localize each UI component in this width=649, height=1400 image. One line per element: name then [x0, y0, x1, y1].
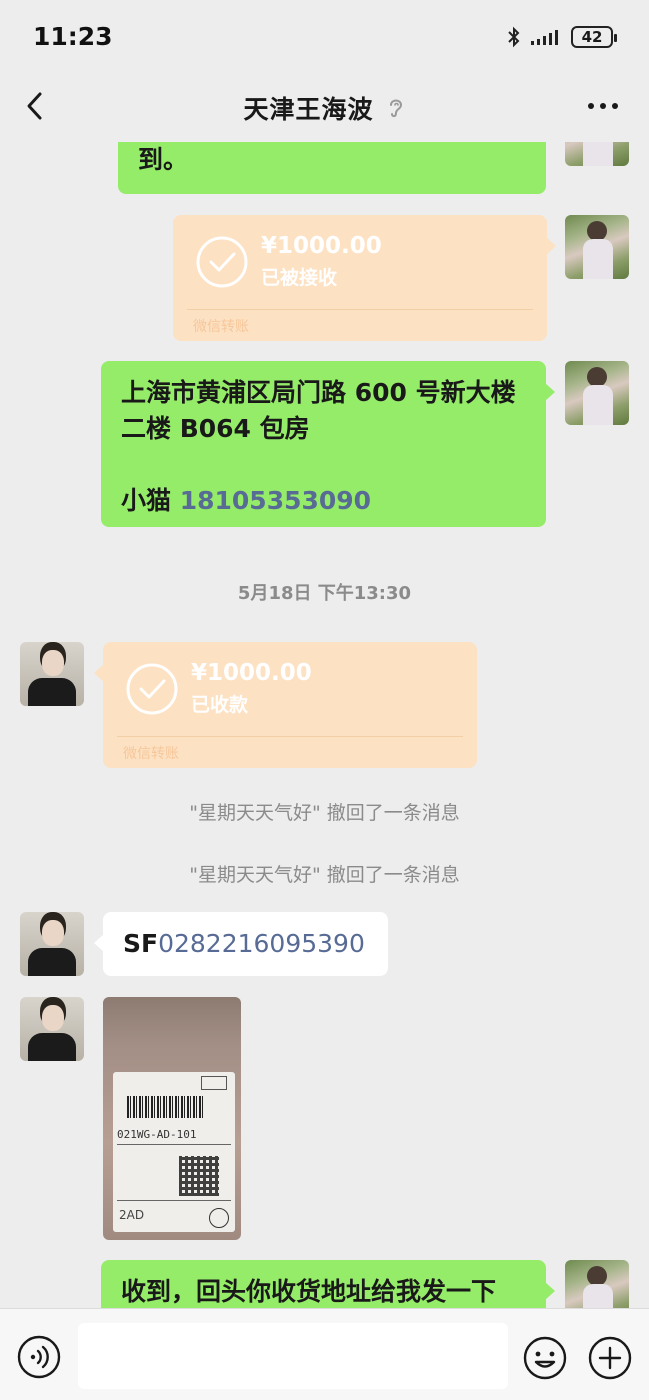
transfer-source: 微信转账 [193, 319, 249, 335]
message-bubble-tracking[interactable]: SF0282216095390 [94, 912, 388, 976]
avatar-contact[interactable] [20, 997, 84, 1061]
earpiece-mode-icon [389, 99, 402, 118]
address-line-2: 二楼 B064 包房 [121, 414, 310, 443]
status-bar: 11:23 42 [0, 0, 649, 72]
check-circle-icon [196, 236, 248, 288]
more-options-icon[interactable] [587, 102, 619, 110]
tracking-number-link[interactable]: 0282216095390 [158, 929, 365, 958]
transfer-status: 已收款 [191, 694, 249, 716]
transfer-source: 微信转账 [123, 746, 179, 762]
message-text: 收到，回头你收货地址给我发一下 [121, 1277, 497, 1306]
barcode [127, 1096, 203, 1118]
shipping-label-photo: 021WG-AD-101 2AD [113, 1072, 235, 1232]
label-tag: 2AD [119, 1208, 145, 1222]
recall-notice: "星期天天气好" 撤回了一条消息 [189, 802, 460, 824]
recall-notice: "星期天天气好" 撤回了一条消息 [189, 864, 460, 886]
qr-code [179, 1156, 219, 1196]
contact-line: 小猫 18105353090 [121, 483, 526, 519]
status-time: 11:23 [33, 22, 113, 51]
avatar-self[interactable] [565, 1260, 629, 1308]
transfer-card-received[interactable]: ¥1000.00 已收款 微信转账 [94, 642, 477, 768]
message-text: 到。 [138, 145, 189, 174]
message-timestamp: 5月18日 下午13:30 [237, 583, 412, 604]
divider [187, 309, 533, 310]
status-icons: 42 [505, 24, 617, 50]
message-input[interactable] [78, 1323, 508, 1389]
message-bubble-address[interactable]: 上海市黄浦区局门路 600 号新大楼 二楼 B064 包房 小猫 1810535… [101, 361, 555, 527]
phone-number-link[interactable]: 18105353090 [180, 486, 371, 515]
input-bar [0, 1308, 649, 1400]
avatar-contact[interactable] [20, 912, 84, 976]
chat-header: 天津王海波 [0, 72, 649, 142]
transfer-amount: ¥1000.00 [191, 660, 312, 686]
bluetooth-icon [508, 26, 520, 48]
voice-input-icon[interactable] [17, 1335, 61, 1379]
transfer-card-sent[interactable]: ¥1000.00 已被接收 微信转账 [173, 215, 556, 341]
transfer-status: 已被接收 [261, 267, 338, 289]
chat-message-list[interactable]: 到。 ¥1000.00 已被接收 微信转账 上海市黄浦区局门路 600 号新大楼… [0, 142, 649, 1308]
label-stamp [209, 1208, 229, 1228]
tracking-prefix: SF [123, 929, 159, 958]
contact-name-text: 小猫 [121, 486, 180, 515]
plus-icon[interactable] [587, 1335, 633, 1381]
message-bubble-partial[interactable]: 到。 [118, 142, 546, 194]
label-brand-box [201, 1076, 227, 1090]
avatar-contact[interactable] [20, 642, 84, 706]
address-line-1: 上海市黄浦区局门路 600 号新大楼 [121, 378, 516, 407]
divider [117, 736, 463, 737]
image-message-shipping-label[interactable]: 021WG-AD-101 2AD [103, 997, 241, 1240]
label-code: 021WG-AD-101 [117, 1128, 197, 1141]
battery-indicator: 42 [571, 26, 617, 48]
avatar-self[interactable] [565, 361, 629, 425]
message-bubble-last[interactable]: 收到，回头你收货地址给我发一下 [101, 1260, 555, 1308]
signal-icon [531, 30, 558, 45]
avatar-self[interactable] [565, 142, 629, 166]
avatar-self[interactable] [565, 215, 629, 279]
contact-name: 天津王海波 [243, 95, 374, 124]
transfer-amount: ¥1000.00 [261, 233, 382, 259]
emoji-icon[interactable] [522, 1335, 568, 1381]
check-circle-icon [126, 663, 178, 715]
chat-title: 天津王海波 [0, 90, 649, 126]
